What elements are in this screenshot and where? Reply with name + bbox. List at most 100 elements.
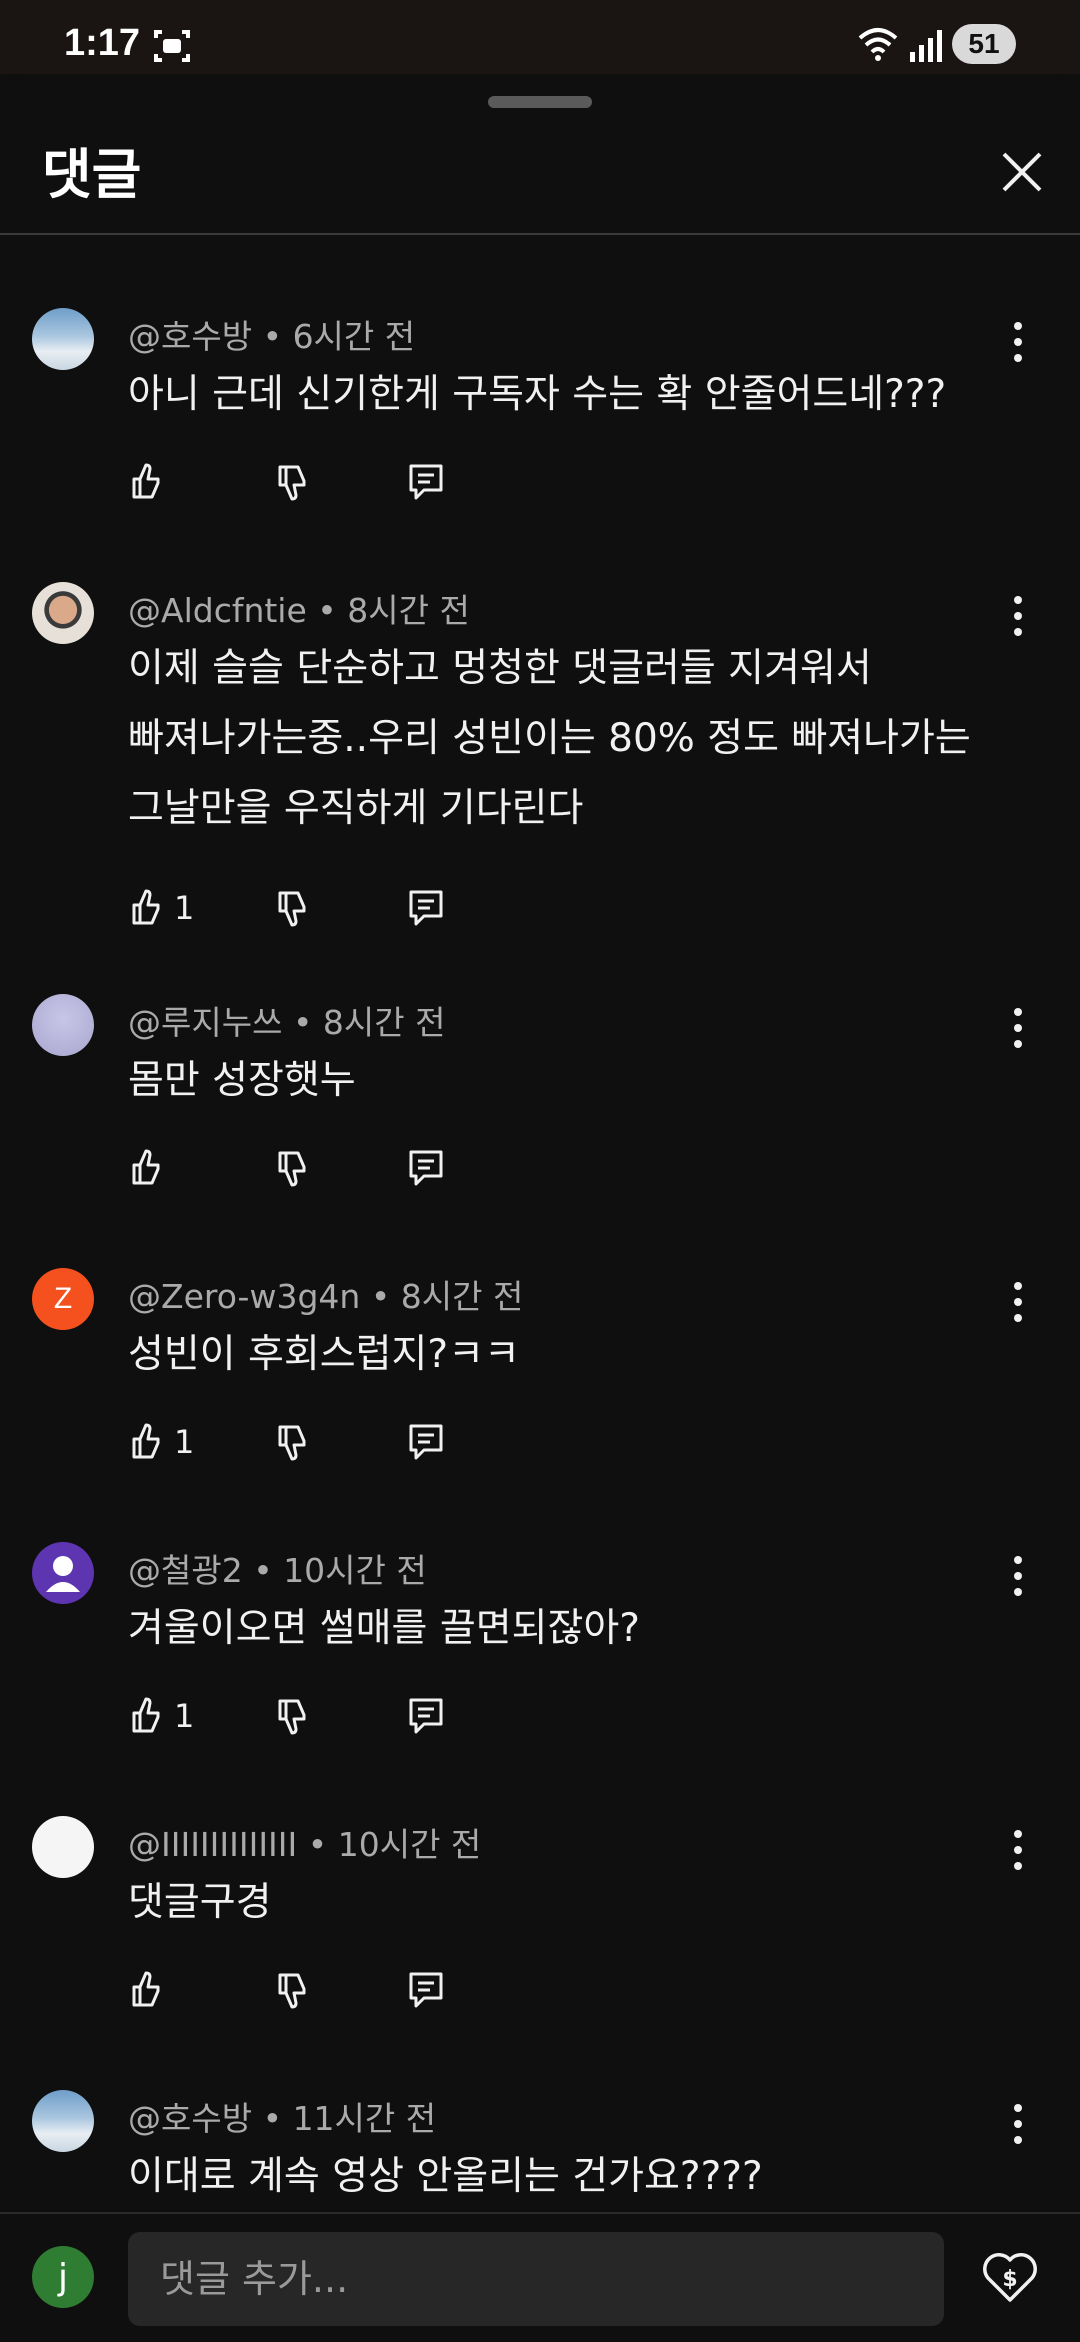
reply-button[interactable] [408,1416,444,1468]
more-vert-icon [1014,1008,1022,1048]
like-button[interactable]: 1 [128,882,194,934]
comment-author[interactable]: @IIIIIIIIIIIIII [128,1825,297,1864]
comment-text: 성빈이 후회스럽지?ㅋㅋ [128,1332,520,1377]
meta-separator: • [292,1003,323,1042]
like-button[interactable] [128,456,164,508]
dislike-button[interactable] [274,1142,310,1194]
thumbs-down-icon [278,465,306,501]
reply-icon [409,1972,443,2008]
comment-meta: @철광2 • 10시간 전 [128,1544,427,1592]
meta-separator: • [307,1825,338,1864]
comment-time: 8시간 전 [400,1277,524,1316]
comment-author[interactable]: @Aldcfntie [128,591,307,630]
like-button[interactable] [128,1964,164,2016]
comment-text: 댓글구경 [128,1880,272,1925]
comment-text: 겨울이오면 썰매를 끌면되잖아? [128,1606,640,1651]
comment-time: 6시간 전 [292,317,416,356]
comment-meta: @호수방 • 6시간 전 [128,310,415,358]
more-options-button[interactable] [1000,1002,1036,1054]
screenshot-icon [152,26,192,70]
comment-meta: @Zero-w3g4n • 8시간 전 [128,1270,523,1318]
header-divider [0,233,1080,235]
reply-button[interactable] [408,1964,444,2016]
more-options-button[interactable] [1000,1276,1036,1328]
more-options-button[interactable] [1000,590,1036,642]
add-comment-bar: j $ [0,2212,1080,2342]
more-options-button[interactable] [1000,1550,1036,1602]
more-options-button[interactable] [1000,316,1036,368]
dislike-button[interactable] [274,1964,310,2016]
reply-button[interactable] [408,882,444,934]
avatar[interactable] [32,1816,94,1878]
thumbs-up-icon [132,1423,160,1459]
comment-text: 아니 근데 신기한게 구독자 수는 확 안줄어드네??? [128,372,947,417]
comment-meta: @Aldcfntie • 8시간 전 [128,584,470,632]
thumbs-up-icon [132,1971,160,2007]
dislike-button[interactable] [274,456,310,508]
avatar[interactable]: j [32,2246,94,2308]
signal-icon [908,30,942,66]
meta-separator: • [317,591,348,630]
comment-author[interactable]: @호수방 [128,317,252,356]
comment-body: 이대로 계속 영상 안올리는 건가요???? [128,2142,1008,2212]
comment-text-line: 이제 슬슬 단순하고 멍청한 댓글러들 지겨워서 [128,646,872,691]
meta-separator: • [370,1277,401,1316]
dislike-button[interactable] [274,1690,310,1742]
avatar[interactable] [32,994,94,1056]
close-button[interactable] [994,144,1050,200]
comment-text-line: 그날만을 우직하게 기다린다 [128,786,584,831]
dislike-button[interactable] [274,1416,310,1468]
comment-time: 8시간 전 [322,1003,446,1042]
reply-icon [409,1698,443,1734]
comment-time: 10시간 전 [283,1551,427,1590]
thumbs-up-icon [132,1149,160,1185]
avatar[interactable] [32,1542,94,1604]
thumbs-down-icon [278,1699,306,1735]
more-vert-icon [1014,596,1022,636]
thumbs-down-icon [278,1973,306,2009]
more-options-button[interactable] [1000,1824,1036,1876]
meta-separator: • [262,317,293,356]
comment-text: 이대로 계속 영상 안올리는 건가요???? [128,2154,763,2199]
reply-icon [409,890,443,926]
comment-time: 10시간 전 [337,1825,482,1864]
heart-dollar-icon: $ [983,2253,1037,2302]
thumbs-down-icon [278,1151,306,1187]
comment-author[interactable]: @루지누쓰 [128,1003,282,1042]
comment-author[interactable]: @철광2 [128,1551,243,1590]
dislike-button[interactable] [274,882,310,934]
comment-body: 아니 근데 신기한게 구독자 수는 확 안줄어드네??? [128,360,1008,430]
comment-input[interactable] [128,2232,944,2326]
more-options-button[interactable] [1000,2098,1036,2150]
thumbs-up-icon [132,1697,160,1733]
like-count: 1 [174,1697,195,1735]
avatar[interactable] [32,582,94,644]
comment-body: 몸만 성장햇누 [128,1046,1008,1116]
avatar[interactable] [32,308,94,370]
reply-icon [409,1150,443,1186]
more-vert-icon [1014,2104,1022,2144]
comment-text-line: 빠져나가는중..우리 성빈이는 80% 정도 빠져나가는 [128,716,971,761]
close-icon [1002,152,1042,192]
like-count: 1 [174,1423,195,1461]
reply-button[interactable] [408,1142,444,1194]
meta-separator: • [253,1551,284,1590]
reply-button[interactable] [408,456,444,508]
comment-author[interactable]: @호수방 [128,2099,252,2138]
comment-body: 성빈이 후회스럽지?ㅋㅋ [128,1320,1008,1390]
drag-handle[interactable] [488,96,592,108]
person-icon [46,1556,80,1592]
more-vert-icon [1014,1830,1022,1870]
avatar[interactable] [32,2090,94,2152]
like-button[interactable]: 1 [128,1690,194,1742]
comment-author[interactable]: @Zero-w3g4n [128,1277,360,1316]
wifi-icon [858,26,898,66]
like-button[interactable]: 1 [128,1416,194,1468]
avatar[interactable]: Z [32,1268,94,1330]
svg-text:$: $ [1002,2267,1017,2292]
like-button[interactable] [128,1142,164,1194]
reply-button[interactable] [408,1690,444,1742]
super-thanks-button[interactable]: $ [980,2248,1040,2308]
comment-time: 11시간 전 [292,2099,437,2138]
reply-icon [409,1424,443,1460]
